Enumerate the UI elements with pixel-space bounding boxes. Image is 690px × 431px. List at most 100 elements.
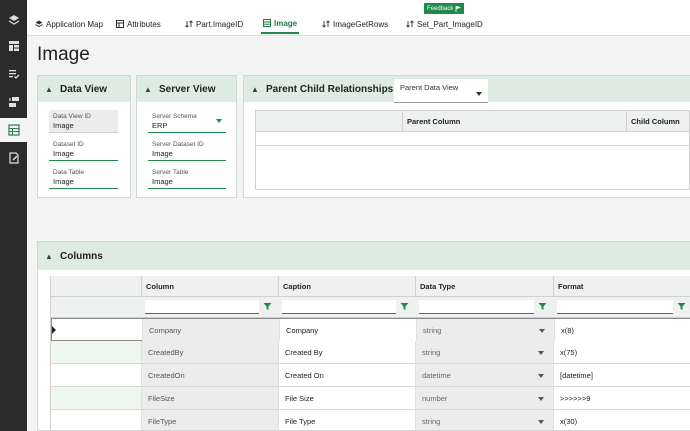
top-bar: Feedback Application Map Attributes Part… <box>27 0 690 36</box>
chevron-down-icon <box>538 374 544 378</box>
feedback-label: Feedback <box>427 5 454 12</box>
server-dataset-id-field[interactable]: Server Dataset ID Image <box>148 138 226 161</box>
cell-format[interactable]: x(8) <box>554 319 690 341</box>
columns-grid: Column Caption Data Type Format Company … <box>50 276 690 430</box>
data-view-header[interactable]: ▲ Data View <box>38 76 130 102</box>
cell-format[interactable]: >>>>>>9 <box>553 387 690 409</box>
columns-header[interactable]: ▲ Columns <box>38 242 690 270</box>
tab-image[interactable]: Image <box>261 14 300 34</box>
feedback-button[interactable]: Feedback <box>424 3 465 14</box>
tab-imagegetrows[interactable]: ImageGetRows <box>322 14 388 34</box>
server-view-panel: ▲ Server View Server Schema ERP Server D… <box>136 75 237 198</box>
chevron-up-icon[interactable]: ▲ <box>137 85 159 94</box>
cell-caption[interactable]: Created On <box>278 364 415 386</box>
columns-title: Columns <box>60 250 103 262</box>
filter-input-column[interactable] <box>145 300 259 314</box>
data-table-field[interactable]: Data Table Image <box>49 166 118 189</box>
layers-icon[interactable] <box>0 8 27 32</box>
chevron-down-icon <box>538 351 544 355</box>
server-view-header[interactable]: ▲ Server View <box>137 76 236 102</box>
filter-row <box>51 297 690 318</box>
edit-document-icon[interactable] <box>0 146 27 170</box>
cell-format[interactable]: x(75) <box>553 341 690 363</box>
flag-icon <box>455 5 462 12</box>
field-value: Image <box>53 177 74 186</box>
grid-header: Parent Column Child Column <box>256 111 689 132</box>
cell-column: CreatedBy <box>141 341 278 363</box>
columns-panel: ▲ Columns Column Caption Data Type Forma… <box>37 241 690 431</box>
column-header-child[interactable]: Child Column <box>626 111 690 132</box>
field-label: Server Dataset ID <box>152 141 204 148</box>
column-header-data-type[interactable]: Data Type <box>415 276 553 297</box>
dataset-id-field[interactable]: Dataset ID Image <box>49 138 118 161</box>
filter-input-format[interactable] <box>557 300 673 314</box>
field-value: Image <box>53 121 74 130</box>
tab-part-imageid[interactable]: Part.ImageID <box>185 14 243 34</box>
cell-data-type[interactable]: datetime <box>415 364 553 386</box>
cell-caption[interactable]: File Size <box>278 387 415 409</box>
column-header-column[interactable]: Column <box>141 276 278 297</box>
data-view-id-field: Data View ID Image <box>49 110 118 133</box>
server-schema-field[interactable]: Server Schema ERP <box>148 110 226 133</box>
filter-icon[interactable] <box>675 300 687 313</box>
sort-icon <box>406 20 414 28</box>
field-value: Image <box>152 177 173 186</box>
chevron-up-icon[interactable]: ▲ <box>244 85 266 94</box>
checklist-icon[interactable] <box>0 62 27 86</box>
table-row[interactable]: Company Company string x(8) <box>51 318 690 341</box>
parent-data-view-select[interactable]: Parent Data View <box>394 79 488 103</box>
table-row[interactable]: FileSize File Size number >>>>>>9 <box>51 387 690 410</box>
sort-icon <box>185 20 193 28</box>
cell-data-type[interactable]: string <box>415 410 553 430</box>
filter-input-data-type[interactable] <box>419 300 534 314</box>
server-table-field[interactable]: Server Table Image <box>148 166 226 189</box>
field-value: ERP <box>152 121 168 130</box>
tab-set-part-imageid[interactable]: Set_Part_ImageID <box>406 14 483 34</box>
field-label: Data View ID <box>53 113 91 120</box>
cell-column: CreatedOn <box>141 364 278 386</box>
cell-format[interactable]: [datetime] <box>553 364 690 386</box>
cell-column: FileType <box>141 410 278 430</box>
cell-value: string <box>422 347 441 357</box>
tab-label: Set_Part_ImageID <box>417 19 483 29</box>
cell-data-type[interactable]: string <box>416 319 554 341</box>
column-header-format[interactable]: Format <box>553 276 690 297</box>
field-label: Dataset ID <box>53 141 84 148</box>
cell-caption[interactable]: Company <box>279 319 416 341</box>
chevron-down-icon <box>538 420 544 424</box>
filter-icon[interactable] <box>536 300 548 313</box>
table-row[interactable]: CreatedBy Created By string x(75) <box>51 341 690 364</box>
table-icon <box>116 20 124 28</box>
tab-application-map[interactable]: Application Map <box>35 14 103 34</box>
cell-data-type[interactable]: string <box>415 341 553 363</box>
tab-label: Image <box>274 18 298 28</box>
filter-icon[interactable] <box>261 300 273 313</box>
cell-caption[interactable]: Created By <box>278 341 415 363</box>
data-view-panel: ▲ Data View Data View ID Image Dataset I… <box>37 75 131 198</box>
table-row[interactable]: FileType File Type string x(30) <box>51 410 690 430</box>
cell-value: datetime <box>422 370 451 380</box>
table-row[interactable] <box>256 132 689 146</box>
chevron-up-icon[interactable]: ▲ <box>38 85 60 94</box>
chevron-down-icon <box>538 397 544 401</box>
data-view-icon[interactable] <box>0 118 27 142</box>
cell-value: string <box>422 416 441 426</box>
chevron-down-icon[interactable] <box>216 119 222 123</box>
tab-label: Attributes <box>127 19 161 29</box>
field-label: Server Schema <box>152 113 197 120</box>
filter-icon[interactable] <box>398 300 410 313</box>
layout-icon[interactable] <box>0 34 27 58</box>
cell-caption[interactable]: File Type <box>278 410 415 430</box>
column-header-caption[interactable]: Caption <box>278 276 415 297</box>
tab-attributes[interactable]: Attributes <box>116 14 161 34</box>
column-header-parent[interactable]: Parent Column <box>402 111 626 132</box>
cell-format[interactable]: x(30) <box>553 410 690 430</box>
filter-input-caption[interactable] <box>282 300 396 314</box>
page-title: Image <box>37 44 90 65</box>
cell-value: string <box>423 325 442 335</box>
cell-data-type[interactable]: number <box>415 387 553 409</box>
table-row[interactable]: CreatedOn Created On datetime [datetime] <box>51 364 690 387</box>
data-flow-icon[interactable] <box>0 90 27 114</box>
cell-column: FileSize <box>141 387 278 409</box>
chevron-up-icon[interactable]: ▲ <box>38 252 60 261</box>
